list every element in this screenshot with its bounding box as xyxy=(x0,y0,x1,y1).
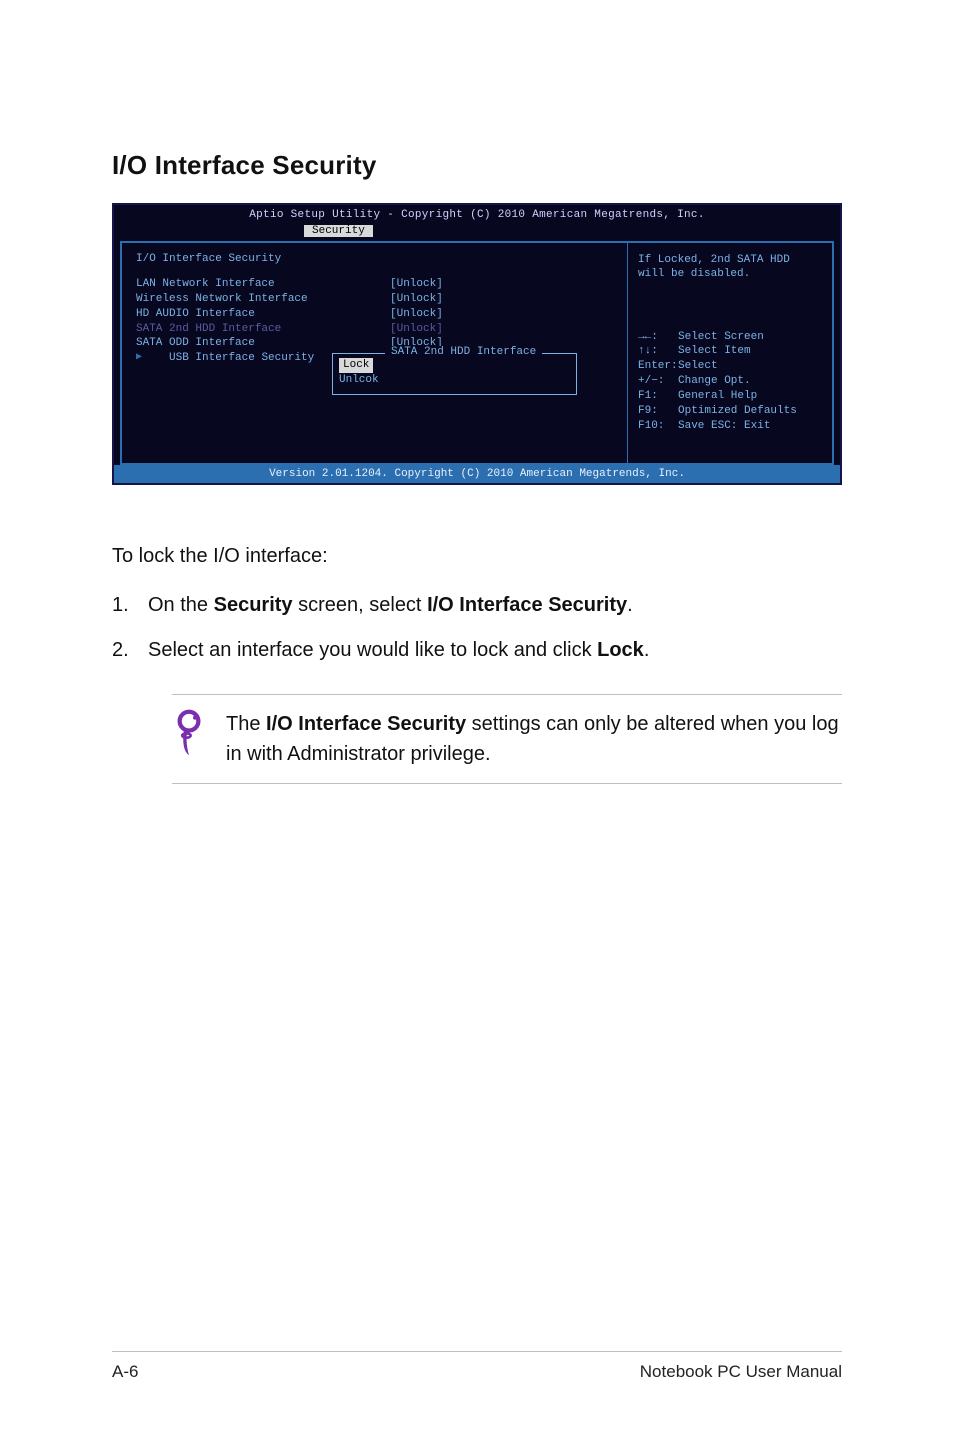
help-desc: Change Opt. xyxy=(678,374,751,389)
text-fragment: screen, select xyxy=(293,594,428,616)
bios-item-value: [Unlock] xyxy=(390,292,443,307)
page-footer: A-6 Notebook PC User Manual xyxy=(112,1351,842,1382)
text-fragment: The xyxy=(226,713,266,735)
bios-inner: I/O Interface Security LAN Network Inter… xyxy=(120,241,834,465)
help-desc: Optimized Defaults xyxy=(678,404,797,419)
bios-left-pane: I/O Interface Security LAN Network Inter… xyxy=(122,243,627,463)
help-key-row: ↑↓: Select Item xyxy=(638,344,822,359)
note-box: The I/O Interface Security settings can … xyxy=(172,694,842,784)
bios-item-label: LAN Network Interface xyxy=(136,277,366,292)
bios-footer: Version 2.01.1204. Copyright (C) 2010 Am… xyxy=(114,465,840,483)
page-number: A-6 xyxy=(112,1362,138,1382)
text-bold: I/O Interface Security xyxy=(266,713,466,735)
help-key-row: F10: Save ESC: Exit xyxy=(638,419,822,434)
steps-list: 1. On the Security screen, select I/O In… xyxy=(112,590,842,666)
lead-text: To lock the I/O interface: xyxy=(112,541,842,572)
bios-screenshot: Aptio Setup Utility - Copyright (C) 2010… xyxy=(112,203,842,485)
step-2: 2. Select an interface you would like to… xyxy=(112,635,842,666)
bios-popup: SATA 2nd HDD Interface Lock Unlcok xyxy=(332,353,577,395)
help-key: F9: xyxy=(638,404,672,419)
step-1: 1. On the Security screen, select I/O In… xyxy=(112,590,842,621)
bios-tab-row: Security xyxy=(114,223,840,241)
step-number: 1. xyxy=(112,590,148,621)
help-key-row: +/−: Change Opt. xyxy=(638,374,822,389)
bios-item-sata-hdd: SATA 2nd HDD Interface [Unlock] xyxy=(136,322,613,337)
bios-item-value: [Unlock] xyxy=(390,307,443,322)
bios-item-label: Wireless Network Interface xyxy=(136,292,366,307)
step-text: On the Security screen, select I/O Inter… xyxy=(148,590,842,621)
help-desc: Select Item xyxy=(678,344,751,359)
text-fragment: Select an interface you would like to lo… xyxy=(148,639,597,661)
bios-item-wireless: Wireless Network Interface [Unlock] xyxy=(136,292,613,307)
tip-icon xyxy=(172,709,206,767)
bios-right-pane: If Locked, 2nd SATA HDD will be disabled… xyxy=(627,243,832,463)
help-desc: Select xyxy=(678,359,718,374)
help-key: ↑↓: xyxy=(638,344,672,359)
help-desc: General Help xyxy=(678,389,757,404)
help-key-row: F9: Optimized Defaults xyxy=(638,404,822,419)
bios-help-keys: →←: Select Screen ↑↓: Select Item Enter: Se… xyxy=(638,330,822,434)
step-text: Select an interface you would like to lo… xyxy=(148,635,842,666)
body-text: To lock the I/O interface: 1. On the Sec… xyxy=(112,541,842,784)
bios-popup-option-lock: Lock xyxy=(339,358,373,373)
bios-popup-title: SATA 2nd HDD Interface xyxy=(385,346,542,358)
help-key: F10: xyxy=(638,419,672,434)
text-fragment: . xyxy=(627,594,633,616)
manual-title: Notebook PC User Manual xyxy=(640,1362,842,1382)
bios-header: Aptio Setup Utility - Copyright (C) 2010… xyxy=(114,205,840,223)
text-bold: Lock xyxy=(597,639,644,661)
help-desc: Save ESC: Exit xyxy=(678,419,770,434)
help-key-row: →←: Select Screen xyxy=(638,330,822,345)
bios-tab-security: Security xyxy=(304,225,373,237)
help-key: +/−: xyxy=(638,374,672,389)
text-bold: Security xyxy=(214,594,293,616)
help-key: →←: xyxy=(638,330,672,345)
section-heading: I/O Interface Security xyxy=(112,150,842,181)
bios-item-value: [Unlock] xyxy=(390,277,443,292)
bios-item-value: [Unlock] xyxy=(390,322,443,337)
bios-page-title: I/O Interface Security xyxy=(136,253,613,265)
help-key-row: F1: General Help xyxy=(638,389,822,404)
step-number: 2. xyxy=(112,635,148,666)
bios-item-label: SATA ODD Interface xyxy=(136,336,366,351)
help-key: F1: xyxy=(638,389,672,404)
text-fragment: On the xyxy=(148,594,214,616)
bios-popup-option-unlock: Unlcok xyxy=(339,373,570,388)
bios-help-text: If Locked, 2nd SATA HDD will be disabled… xyxy=(638,253,822,282)
bios-item-label: HD AUDIO Interface xyxy=(136,307,366,322)
bios-item-audio: HD AUDIO Interface [Unlock] xyxy=(136,307,613,322)
text-fragment: . xyxy=(644,639,650,661)
help-key: Enter: xyxy=(638,359,672,374)
help-desc: Select Screen xyxy=(678,330,764,345)
text-bold: I/O Interface Security xyxy=(427,594,627,616)
note-text: The I/O Interface Security settings can … xyxy=(226,709,842,769)
help-key-row: Enter: Select xyxy=(638,359,822,374)
bios-item-lan: LAN Network Interface [Unlock] xyxy=(136,277,613,292)
bios-item-label: SATA 2nd HDD Interface xyxy=(136,322,366,337)
